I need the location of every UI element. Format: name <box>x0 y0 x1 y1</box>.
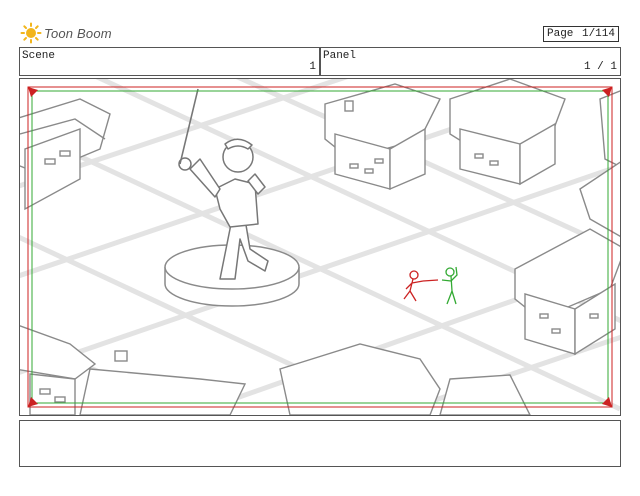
sun-logo-icon <box>20 22 42 44</box>
toon-boom-logo: Toon Boom <box>20 20 112 46</box>
panel-notes-box[interactable] <box>19 420 621 467</box>
fighter-red <box>403 270 439 302</box>
panel-label: Panel <box>323 50 357 62</box>
building-right-mid <box>514 228 620 356</box>
page-value: 1/114 <box>581 28 615 40</box>
page-counter: Page 1/114 <box>543 26 619 42</box>
page-label: Page <box>547 28 574 40</box>
building-top-center <box>324 83 441 191</box>
rooftops-bottom <box>79 343 531 415</box>
scene-value: 1 <box>309 61 316 73</box>
storyboard-panel-image[interactable] <box>19 78 621 416</box>
panel-value: 1 / 1 <box>583 61 617 73</box>
building-right-edge <box>579 90 620 237</box>
building-top-right <box>449 79 566 186</box>
fighter-green <box>441 266 458 305</box>
scene-field: Scene 1 <box>19 47 320 76</box>
panel-field: Panel 1 / 1 <box>320 47 621 76</box>
scene-label: Scene <box>22 50 56 62</box>
logo-text: Toon Boom <box>44 25 112 41</box>
building-left-top <box>20 98 111 211</box>
sketch-artwork <box>20 79 620 415</box>
